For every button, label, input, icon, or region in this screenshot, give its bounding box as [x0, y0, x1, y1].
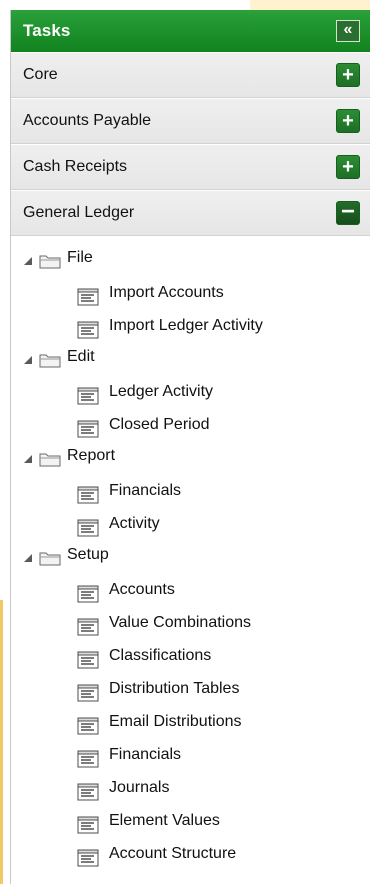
task-list-icon	[77, 321, 99, 339]
tree-item-label: Journals	[109, 778, 170, 796]
section-cash-receipts[interactable]: Cash Receipts +	[11, 144, 370, 190]
tree-folder-report[interactable]: Report	[11, 442, 370, 475]
task-list-icon	[77, 717, 99, 735]
section-general-ledger[interactable]: General Ledger −	[11, 190, 370, 236]
task-list-icon	[77, 750, 99, 768]
tree-item-label: Financials	[109, 481, 182, 499]
expanded-caret-icon[interactable]	[23, 454, 33, 464]
tree-folder-label: File	[67, 248, 93, 266]
tree-item-label: Classifications	[109, 646, 212, 664]
tree-item[interactable]: Accounts	[11, 574, 370, 607]
double-chevron-left-icon[interactable]: «	[336, 20, 360, 42]
task-list-icon	[77, 387, 99, 405]
task-list-icon	[77, 585, 99, 603]
background-strip-left	[0, 600, 3, 884]
tree-item[interactable]: Value Combinations	[11, 607, 370, 640]
task-list-icon	[77, 519, 99, 537]
tree-item[interactable]: Journals	[11, 772, 370, 805]
tree-item[interactable]: Activity	[11, 508, 370, 541]
task-list-icon	[77, 783, 99, 801]
section-core[interactable]: Core +	[11, 52, 370, 98]
task-list-icon	[77, 816, 99, 834]
task-list-icon	[77, 288, 99, 306]
tree-folder-setup[interactable]: Setup	[11, 541, 370, 574]
tree-folder-file[interactable]: File	[11, 244, 370, 277]
tasks-header: Tasks «	[11, 10, 370, 52]
general-ledger-tree: File Import Accounts Import Ledger Activit…	[11, 236, 370, 871]
tree-item[interactable]: Distribution Tables	[11, 673, 370, 706]
section-label: Cash Receipts	[23, 158, 128, 175]
tree-item-label: Accounts	[109, 580, 175, 598]
tree-item-label: Account Structure	[109, 844, 237, 862]
tree-item[interactable]: Classifications	[11, 640, 370, 673]
page: Tasks « Core + Accounts Payable + Cash R…	[0, 0, 370, 884]
expanded-caret-icon[interactable]	[23, 256, 33, 266]
tree-item[interactable]: Account Structure	[11, 838, 370, 871]
section-accounts-payable[interactable]: Accounts Payable +	[11, 98, 370, 144]
section-label: Core	[23, 66, 58, 83]
tasks-panel: Tasks « Core + Accounts Payable + Cash R…	[10, 10, 370, 884]
expanded-caret-icon[interactable]	[23, 553, 33, 563]
expanded-caret-icon[interactable]	[23, 355, 33, 365]
tree-item[interactable]: Import Ledger Activity	[11, 310, 370, 343]
tree-folder-edit[interactable]: Edit	[11, 343, 370, 376]
section-label: General Ledger	[23, 204, 135, 221]
task-list-icon	[77, 618, 99, 636]
tree-item[interactable]: Email Distributions	[11, 706, 370, 739]
expand-plus-icon[interactable]: +	[336, 155, 360, 179]
folder-icon	[39, 352, 61, 368]
expand-plus-icon[interactable]: +	[336, 63, 360, 87]
task-list-icon	[77, 486, 99, 504]
expand-plus-icon[interactable]: +	[336, 109, 360, 133]
tree-folder-label: Setup	[67, 545, 109, 563]
collapse-minus-icon[interactable]: −	[336, 200, 360, 225]
tree-item-label: Activity	[109, 514, 160, 532]
tree-item[interactable]: Element Values	[11, 805, 370, 838]
task-list-icon	[77, 849, 99, 867]
section-label: Accounts Payable	[23, 112, 152, 129]
background-strip	[250, 0, 370, 10]
tree-item-label: Import Accounts	[109, 283, 224, 301]
task-list-icon	[77, 420, 99, 438]
folder-icon	[39, 253, 61, 269]
tree-item[interactable]: Import Accounts	[11, 277, 370, 310]
tasks-title: Tasks	[23, 21, 71, 40]
tree-folder-label: Edit	[67, 347, 95, 365]
tree-item-label: Import Ledger Activity	[109, 316, 263, 334]
folder-icon	[39, 451, 61, 467]
tree-item[interactable]: Closed Period	[11, 409, 370, 442]
tree-item-label: Email Distributions	[109, 712, 242, 730]
folder-icon	[39, 550, 61, 566]
tree-item[interactable]: Financials	[11, 475, 370, 508]
tree-folder-label: Report	[67, 446, 116, 464]
tree-item-label: Ledger Activity	[109, 382, 214, 400]
tree-item-label: Financials	[109, 745, 182, 763]
tree-item-label: Distribution Tables	[109, 679, 240, 697]
tree-item-label: Value Combinations	[109, 613, 252, 631]
task-list-icon	[77, 651, 99, 669]
tree-item[interactable]: Financials	[11, 739, 370, 772]
tree-item-label: Element Values	[109, 811, 220, 829]
task-list-icon	[77, 684, 99, 702]
tree-item[interactable]: Ledger Activity	[11, 376, 370, 409]
tree-item-label: Closed Period	[109, 415, 210, 433]
